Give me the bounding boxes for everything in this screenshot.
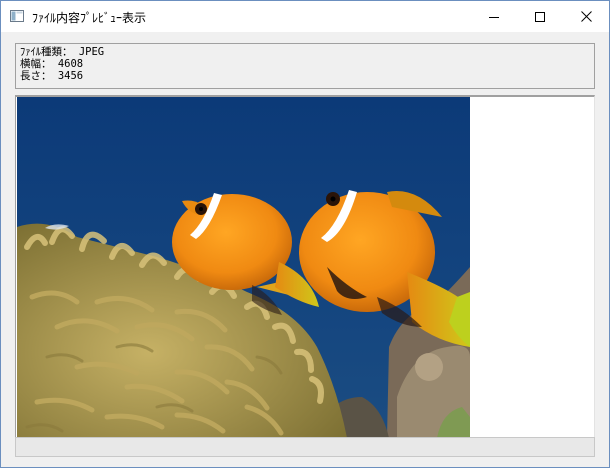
minimize-button[interactable] [471, 1, 517, 32]
window-title: ﾌｧｲﾙ内容ﾌﾟﾚﾋﾞｭｰ表示 [32, 11, 147, 25]
image-width-label: 横幅： 4608 [20, 58, 84, 70]
minimize-icon [489, 16, 499, 18]
maximize-icon [535, 11, 545, 22]
maximize-button[interactable] [517, 1, 563, 32]
file-type-label: ﾌｧｲﾙ種類： JPEG [20, 46, 105, 58]
app-window-icon [10, 10, 24, 22]
title-bar[interactable]: ﾌｧｲﾙ内容ﾌﾟﾚﾋﾞｭｰ表示 [1, 1, 609, 32]
file-info-box: ﾌｧｲﾙ種類： JPEG 横幅： 4608 長さ： 3456 [15, 43, 595, 89]
preview-panel [15, 95, 595, 438]
image-height-label: 長さ： 3456 [20, 70, 84, 82]
close-button[interactable] [563, 1, 609, 32]
preview-image [17, 97, 470, 438]
close-icon [580, 11, 592, 22]
app-window: ﾌｧｲﾙ内容ﾌﾟﾚﾋﾞｭｰ表示 ﾌｧｲﾙ種類： JPEG 横幅： 4608 長さ… [0, 0, 610, 468]
status-bar [15, 437, 595, 457]
